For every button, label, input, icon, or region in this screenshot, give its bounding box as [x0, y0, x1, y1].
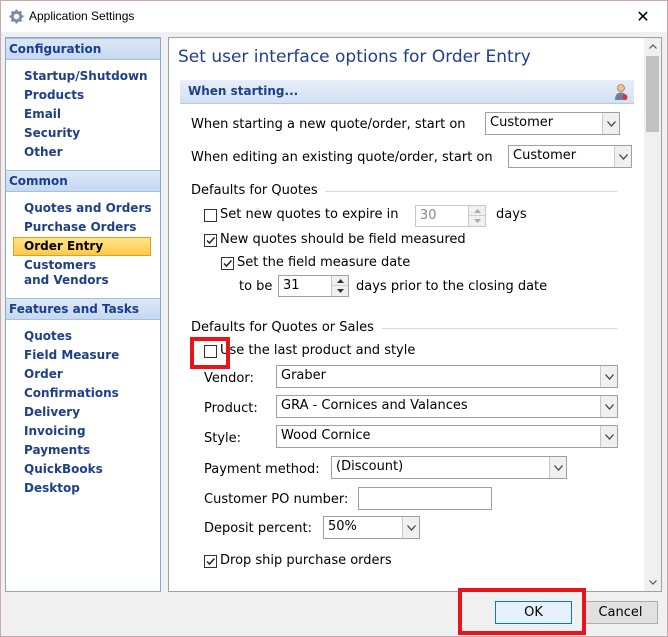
gear-icon: [9, 9, 24, 24]
highlight-box: [458, 588, 586, 635]
settings-content-panel: Set user interface options for Order Ent…: [168, 37, 662, 592]
edit-existing-select[interactable]: Customer: [508, 145, 632, 168]
sales-group-title: Defaults for Quotes or Sales: [191, 320, 374, 335]
expire-days-value: 30: [420, 208, 437, 223]
sidebar-item-field-measure[interactable]: Field Measure: [6, 346, 160, 365]
sidebar-item-quotes[interactable]: Quotes: [6, 327, 160, 346]
sidebar-item-quickbooks-desktop[interactable]: QuickBooks Desktop: [6, 460, 160, 498]
chevron-down-icon[interactable]: [332, 286, 348, 296]
field-measured-checkbox[interactable]: [204, 234, 217, 247]
payment-method-label: Payment method:: [204, 462, 320, 477]
scroll-up-icon[interactable]: [644, 38, 661, 55]
checkmark-icon: [206, 236, 216, 245]
style-value: Wood Cornice: [281, 428, 371, 443]
deposit-percent-select[interactable]: 50%: [323, 516, 420, 539]
sidebar-item-startup-shutdown[interactable]: Startup/Shutdown: [6, 67, 160, 86]
sidebar-item-quotes-and-orders[interactable]: Quotes and Orders: [6, 199, 160, 218]
quotes-group-title: Defaults for Quotes: [191, 183, 318, 198]
expire-unit-label: days: [496, 207, 527, 222]
chevron-down-icon: [600, 366, 617, 387]
close-icon: ✕: [636, 7, 650, 26]
chevron-down-icon: [549, 457, 566, 478]
highlight-box: [190, 337, 230, 369]
checkmark-icon: [206, 557, 216, 566]
vendor-select[interactable]: Graber: [276, 365, 618, 388]
vertical-scrollbar[interactable]: [644, 38, 661, 591]
expire-checkbox[interactable]: [204, 209, 217, 222]
to-be-label: to be: [239, 279, 273, 294]
sidebar-item-email[interactable]: Email: [6, 105, 160, 124]
measure-days-value: 31: [283, 278, 300, 293]
section-header-label: When starting...: [188, 84, 299, 98]
sidebar-item-products[interactable]: Products: [6, 86, 160, 105]
deposit-percent-label: Deposit percent:: [204, 521, 312, 536]
window-title: Application Settings: [29, 9, 135, 23]
measure-date-label: Set the field measure date: [237, 255, 411, 270]
close-button[interactable]: ✕: [621, 2, 665, 31]
expire-days-stepper[interactable]: 30: [415, 205, 486, 227]
product-select[interactable]: GRA - Cornices and Valances: [276, 395, 618, 418]
days-prior-label: days prior to the closing date: [356, 279, 548, 294]
drop-ship-checkbox[interactable]: [204, 555, 217, 568]
sidebar-item-purchase-orders[interactable]: Purchase Orders: [6, 218, 160, 237]
edit-existing-value: Customer: [513, 148, 577, 163]
chevron-up-icon[interactable]: [469, 206, 485, 216]
cancel-button[interactable]: Cancel: [583, 601, 658, 624]
chevron-down-icon: [600, 426, 617, 447]
product-label: Product:: [204, 401, 258, 416]
style-select[interactable]: Wood Cornice: [276, 425, 618, 448]
sidebar-item-security[interactable]: Security: [6, 124, 160, 143]
sidebar-item-other[interactable]: Other: [6, 143, 160, 162]
scroll-down-icon[interactable]: [644, 574, 661, 591]
sidebar-header-features-and-tasks: Features and Tasks: [6, 298, 160, 320]
chevron-down-icon: [402, 517, 419, 538]
user-icon[interactable]: [613, 83, 629, 101]
style-label: Style:: [204, 431, 242, 446]
start-new-label: When starting a new quote/order, start o…: [191, 117, 466, 132]
settings-window: Application Settings ✕ Configuration Sta…: [0, 0, 668, 637]
expire-label: Set new quotes to expire in: [220, 207, 399, 222]
payment-method-select[interactable]: (Discount): [331, 456, 567, 479]
deposit-percent-value: 50%: [328, 519, 357, 534]
start-new-value: Customer: [490, 115, 554, 130]
vendor-label: Vendor:: [204, 371, 254, 386]
sidebar-item-payments[interactable]: Payments: [6, 441, 160, 460]
customer-po-input[interactable]: [358, 487, 492, 510]
group-divider: [382, 328, 617, 329]
measure-date-checkbox[interactable]: [221, 257, 234, 270]
chevron-down-icon: [614, 146, 631, 167]
edit-existing-label: When editing an existing quote/order, st…: [191, 150, 493, 165]
sidebar-item-order-entry[interactable]: Order Entry: [13, 237, 151, 256]
checkmark-icon: [223, 259, 233, 268]
product-value: GRA - Cornices and Valances: [281, 398, 468, 413]
title-bar: Application Settings ✕: [1, 1, 667, 32]
sidebar-item-delivery[interactable]: Delivery: [6, 403, 160, 422]
chevron-down-icon[interactable]: [469, 216, 485, 226]
start-new-select[interactable]: Customer: [485, 112, 620, 135]
sidebar-item-order-confirmations[interactable]: Order Confirmations: [6, 365, 160, 403]
sidebar-item-customers-and-vendors[interactable]: Customers and Vendors: [6, 256, 116, 290]
sidebar-header-common: Common: [6, 170, 160, 192]
payment-method-value: (Discount): [336, 459, 404, 474]
chevron-up-icon[interactable]: [332, 276, 348, 286]
settings-sidebar: Configuration Startup/Shutdown Products …: [5, 37, 161, 592]
section-header-when-starting: When starting...: [180, 80, 634, 104]
customer-po-label: Customer PO number:: [204, 492, 349, 507]
page-title: Set user interface options for Order Ent…: [178, 47, 531, 67]
group-divider: [325, 191, 617, 192]
scrollbar-thumb[interactable]: [646, 56, 659, 132]
chevron-down-icon: [602, 113, 619, 134]
use-last-product-label: Use the last product and style: [220, 343, 416, 358]
sidebar-item-invoicing[interactable]: Invoicing: [6, 422, 160, 441]
measure-days-stepper[interactable]: 31: [278, 275, 349, 297]
vendor-value: Graber: [281, 368, 326, 383]
field-measured-label: New quotes should be field measured: [220, 232, 466, 247]
chevron-down-icon: [600, 396, 617, 417]
drop-ship-label: Drop ship purchase orders: [220, 553, 392, 568]
sidebar-header-configuration: Configuration: [6, 38, 160, 60]
